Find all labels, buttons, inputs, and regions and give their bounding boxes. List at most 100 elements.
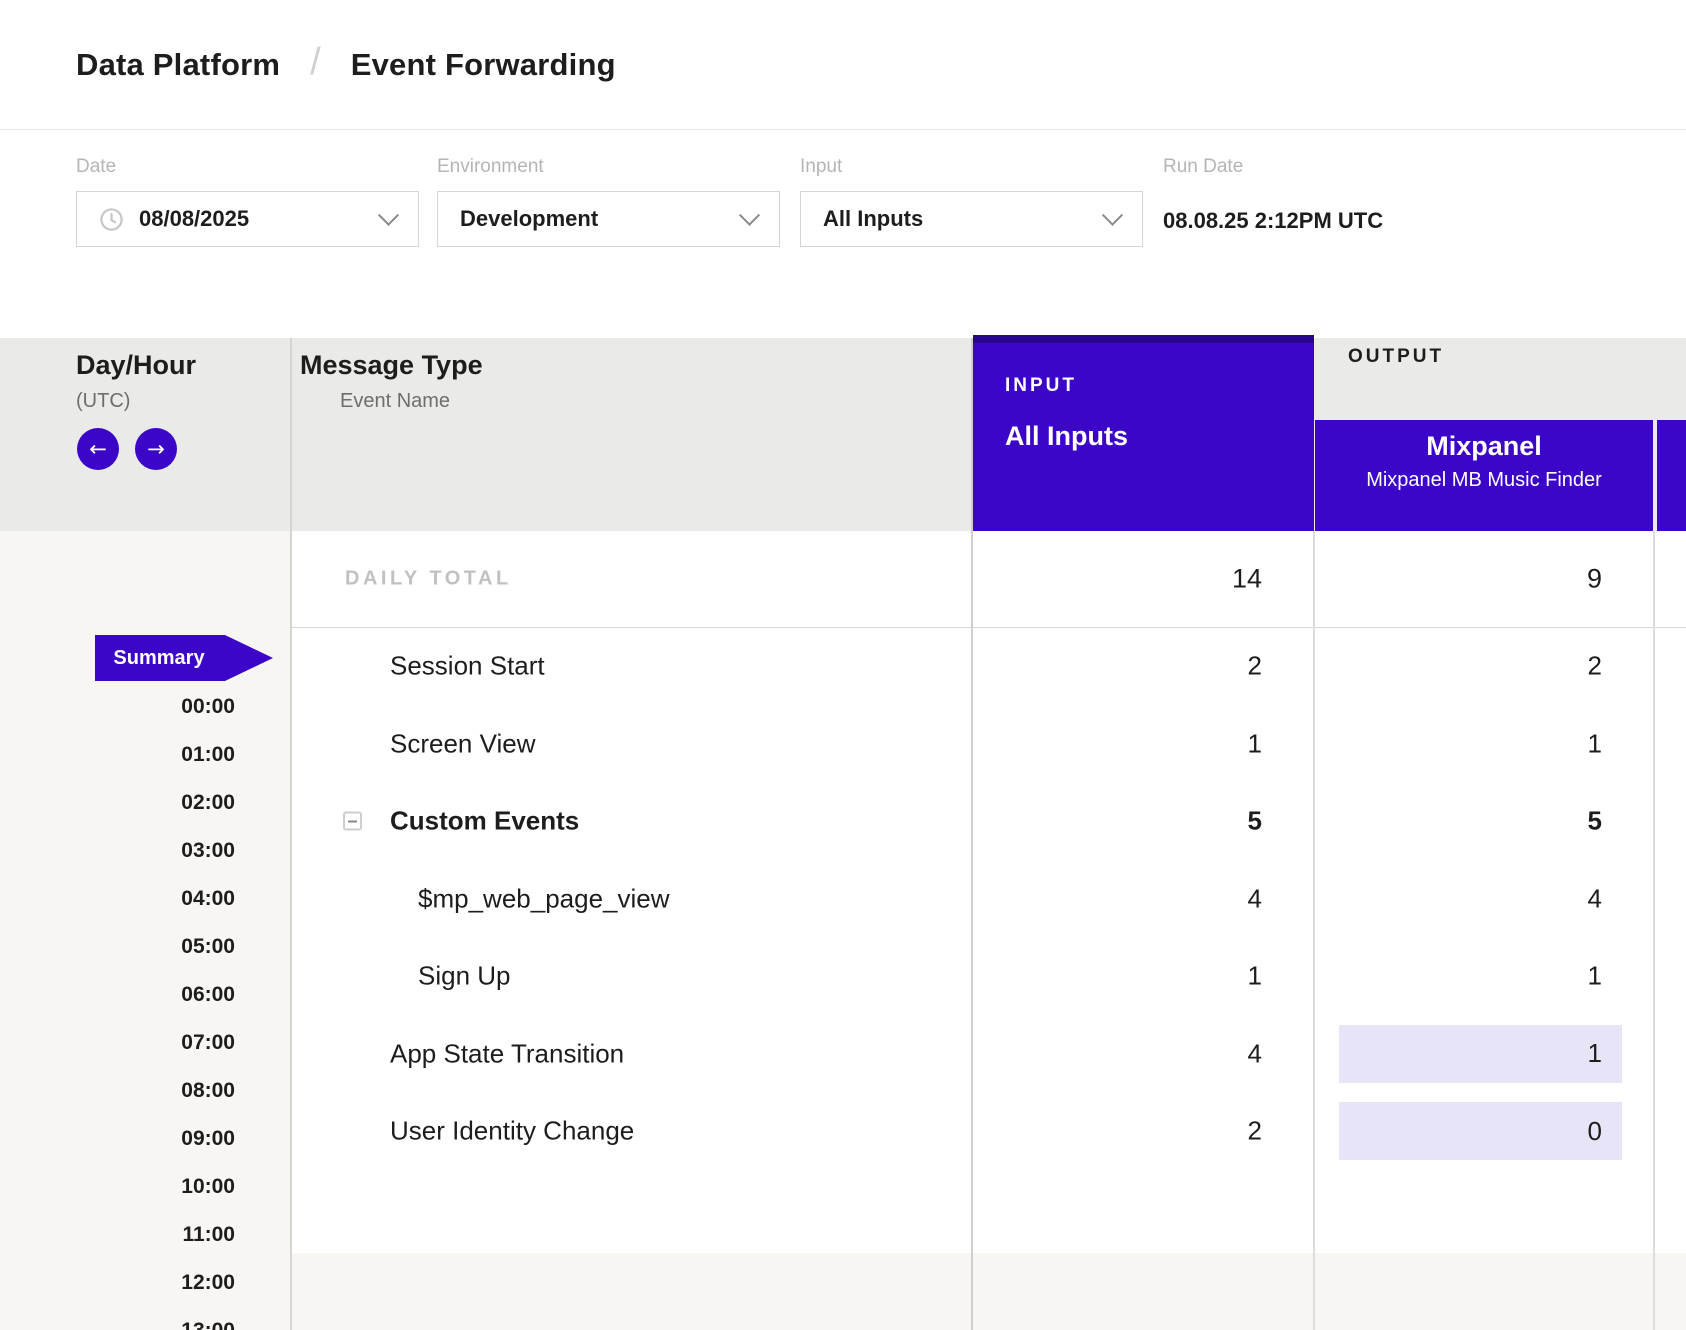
hour-item[interactable]: 02:00 [0, 779, 235, 827]
arrow-left-icon: ← [89, 437, 107, 461]
run-date-label: Run Date [1163, 156, 1383, 178]
breadcrumb-section[interactable]: Data Platform [76, 47, 280, 83]
input-count-value: 4 [1248, 1038, 1262, 1069]
output-section-label: OUTPUT [1348, 346, 1444, 368]
summary-flag-label: Summary [113, 647, 204, 670]
output-subname: Mixpanel MB Music Finder [1315, 469, 1653, 492]
clock-icon [99, 207, 124, 232]
hour-item[interactable]: 08:00 [0, 1067, 235, 1115]
table-row: Screen View 1 1 [290, 705, 1686, 783]
collapse-icon[interactable] [343, 812, 362, 831]
highlighted-output-cell: 1 [1339, 1025, 1622, 1083]
table-row: Sign Up 1 1 [290, 937, 1686, 1015]
date-filter: Date 08/08/2025 [76, 130, 419, 247]
divider-message-input [971, 338, 973, 1330]
table-row: User Identity Change 2 0 [290, 1092, 1686, 1170]
event-forwarding-page: Data Platform / Event Forwarding Date 08… [0, 0, 1686, 1330]
input-value: All Inputs [823, 206, 923, 232]
hour-item[interactable]: 13:00 [0, 1307, 235, 1330]
chevron-down-icon [378, 204, 399, 225]
hour-item[interactable]: 05:00 [0, 923, 235, 971]
divider-output-next [1653, 531, 1655, 1330]
chevron-down-icon [1102, 204, 1123, 225]
output-count-value: 1 [1588, 728, 1602, 759]
arrow-right-icon: → [147, 437, 165, 461]
input-count-value: 1 [1248, 961, 1262, 992]
day-hour-title: Day/Hour [76, 350, 196, 381]
hour-item[interactable]: 09:00 [0, 1115, 235, 1163]
hour-item[interactable]: 01:00 [0, 731, 235, 779]
table-row: App State Transition 4 1 [290, 1015, 1686, 1093]
highlighted-output-cell: 0 [1339, 1102, 1622, 1160]
output-count-value: 5 [1588, 806, 1602, 837]
event-name-label: Screen View [390, 728, 536, 759]
event-name-label: App State Transition [390, 1038, 624, 1069]
event-rows: Session Start 2 2 Screen View 1 1 Custom Event… [290, 627, 1686, 1170]
output-column-header-mixpanel[interactable]: Mixpanel Mixpanel MB Music Finder [1315, 420, 1653, 531]
event-name-label: Custom Events [390, 806, 579, 837]
hour-item[interactable]: 00:00 [0, 683, 235, 731]
summary-flag[interactable]: Summary [95, 635, 273, 681]
hour-item[interactable]: 07:00 [0, 1019, 235, 1067]
output-count-value: 4 [1588, 883, 1602, 914]
environment-filter-label: Environment [437, 156, 780, 178]
next-output-column-edge [1657, 420, 1686, 531]
hour-sidebar: Summary 00:0001:0002:0003:0004:0005:0006… [0, 531, 290, 1330]
input-count-value: 5 [1248, 806, 1262, 837]
input-count-value: 2 [1248, 1116, 1262, 1147]
input-filter-label: Input [800, 156, 1143, 178]
grid-body: DAILY TOTAL 14 9 Session Start22Screen V… [290, 531, 1686, 1330]
run-date-value: 08.08.25 2:12PM UTC [1163, 208, 1383, 234]
run-date: Run Date 08.08.25 2:12PM UTC [1163, 130, 1383, 234]
environment-value: Development [460, 206, 598, 232]
page-title: Event Forwarding [351, 47, 616, 83]
table-row: Custom Events 5 5 [290, 782, 1686, 860]
event-name-subtitle: Event Name [340, 390, 450, 413]
daily-total-input-value: 14 [1232, 564, 1262, 595]
divider-input-output [1313, 531, 1315, 1330]
next-day-button[interactable]: → [135, 428, 177, 470]
input-count-value: 2 [1248, 651, 1262, 682]
hour-item[interactable]: 06:00 [0, 971, 235, 1019]
output-count-value: 1 [1588, 1038, 1602, 1069]
input-section-label: INPUT [1005, 375, 1314, 397]
daily-total-row: DAILY TOTAL 14 9 [290, 531, 1686, 628]
table-row: Session Start 2 2 [290, 627, 1686, 705]
event-name-label: User Identity Change [390, 1116, 634, 1147]
message-type-title: Message Type [300, 350, 483, 381]
daily-total-output-value: 9 [1587, 564, 1602, 595]
input-count-value: 4 [1248, 883, 1262, 914]
chevron-down-icon [739, 204, 760, 225]
output-count-value: 0 [1588, 1116, 1602, 1147]
hour-item[interactable]: 03:00 [0, 827, 235, 875]
output-name: Mixpanel [1315, 431, 1653, 462]
event-name-label: Sign Up [418, 961, 511, 992]
event-name-label: Session Start [390, 651, 545, 682]
divider-sidebar [290, 338, 292, 1330]
empty-footer-band [290, 1253, 1686, 1330]
hour-item[interactable]: 12:00 [0, 1259, 235, 1307]
input-filter: Input All Inputs [800, 130, 1143, 247]
environment-select[interactable]: Development [437, 191, 780, 247]
hour-item[interactable]: 10:00 [0, 1163, 235, 1211]
input-select[interactable]: All Inputs [800, 191, 1143, 247]
prev-day-button[interactable]: ← [77, 428, 119, 470]
output-count-value: 2 [1588, 651, 1602, 682]
input-count-value: 1 [1248, 728, 1262, 759]
day-hour-timezone: (UTC) [76, 390, 130, 413]
event-name-label: $mp_web_page_view [418, 883, 670, 914]
hour-item[interactable]: 04:00 [0, 875, 235, 923]
filter-bar: Date 08/08/2025 Environment Development … [0, 130, 1686, 338]
input-column-name: All Inputs [1005, 421, 1314, 452]
output-count-value: 1 [1588, 961, 1602, 992]
hour-item[interactable]: 11:00 [0, 1211, 235, 1259]
input-column-header[interactable]: INPUT All Inputs [973, 335, 1314, 531]
breadcrumb: Data Platform / Event Forwarding [0, 0, 1686, 130]
date-value: 08/08/2025 [139, 206, 249, 232]
date-select[interactable]: 08/08/2025 [76, 191, 419, 247]
table-row: $mp_web_page_view 4 4 [290, 860, 1686, 938]
daily-total-label: DAILY TOTAL [345, 568, 512, 591]
date-filter-label: Date [76, 156, 419, 178]
hour-list: 00:0001:0002:0003:0004:0005:0006:0007:00… [0, 683, 235, 1330]
environment-filter: Environment Development [437, 130, 780, 247]
